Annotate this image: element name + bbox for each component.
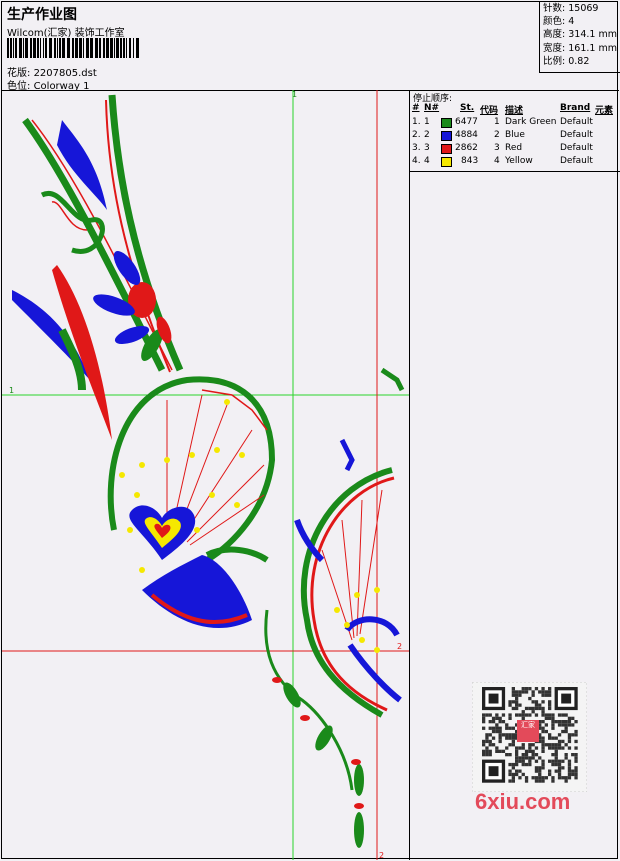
production-sheet: 生产作业图 Wilcom(汇家) 装饰工作室 花版: 2207805.dst 色… xyxy=(1,1,620,860)
green-leaf xyxy=(354,812,364,848)
col-code: 代码 xyxy=(480,106,499,116)
qr-code: 汇家 xyxy=(471,681,588,793)
red-dot xyxy=(300,715,310,721)
table-row: 1. 1 6477 1 Dark Green Default xyxy=(412,117,593,128)
col-index: # xyxy=(412,103,420,113)
col-stitches: St. xyxy=(460,103,475,113)
watermark-text: 6xiu.com xyxy=(475,789,571,814)
red-dot xyxy=(351,759,361,765)
stop-sequence-header: # N# St. 代码 描述 Brand 元素 xyxy=(410,103,620,116)
color-swatch-yellow xyxy=(441,157,452,167)
green-leaf xyxy=(354,764,364,796)
red-feather-left xyxy=(52,265,112,440)
qr-center-stamp: 汇家 xyxy=(517,720,539,742)
col-description: 描述 xyxy=(505,106,524,116)
guide-label-right-red: 2 xyxy=(397,642,402,651)
stat-width: 宽度: 161.1 mm xyxy=(543,42,617,54)
guide-label-left-green: 1 xyxy=(9,386,14,395)
page-title: 生产作业图 xyxy=(7,7,77,23)
table-row: 3. 3 2862 3 Red Default xyxy=(412,143,593,154)
design-stats-panel: 针数: 15069 颜色: 4 高度: 314.1 mm 宽度: 161.1 m… xyxy=(539,2,620,73)
red-dot xyxy=(354,803,364,809)
col-brand: Brand xyxy=(560,103,591,113)
table-row: 4. 4 843 4 Yellow Default xyxy=(412,156,593,167)
barcode xyxy=(7,38,139,58)
stat-height: 高度: 314.1 mm xyxy=(543,29,617,41)
stat-stitches: 针数: 15069 xyxy=(543,3,599,14)
right-arc-red xyxy=(310,476,395,712)
table-row: 2. 2 4884 2 Blue Default xyxy=(412,130,593,141)
color-swatch-blue xyxy=(441,131,452,141)
color-swatch-red xyxy=(441,144,452,154)
col-needle: N# xyxy=(424,103,440,113)
stat-scale: 比例: 0.82 xyxy=(543,55,590,67)
sheet-header: 生产作业图 Wilcom(汇家) 装饰工作室 花版: 2207805.dst 色… xyxy=(2,2,619,92)
stop-sequence-panel: 停止顺序: # N# St. 代码 描述 Brand 元素 1. 1 6477 … xyxy=(409,90,620,172)
red-dot xyxy=(272,677,282,683)
color-swatch-green xyxy=(441,118,452,128)
blue-swirl xyxy=(344,616,400,637)
green-sprig-top xyxy=(380,367,405,392)
col-element: 元素 xyxy=(595,106,614,116)
guide-label-top-green: 1 xyxy=(292,90,297,99)
stat-colors: 颜色: 4 xyxy=(543,16,575,28)
embroidery-design-canvas: 1 1 2 2 xyxy=(2,90,409,860)
guide-label-bottom-red: 2 xyxy=(379,851,384,860)
company-name: Wilcom(汇家) 装饰工作室 xyxy=(7,28,125,39)
blue-leaf-top xyxy=(339,438,355,472)
